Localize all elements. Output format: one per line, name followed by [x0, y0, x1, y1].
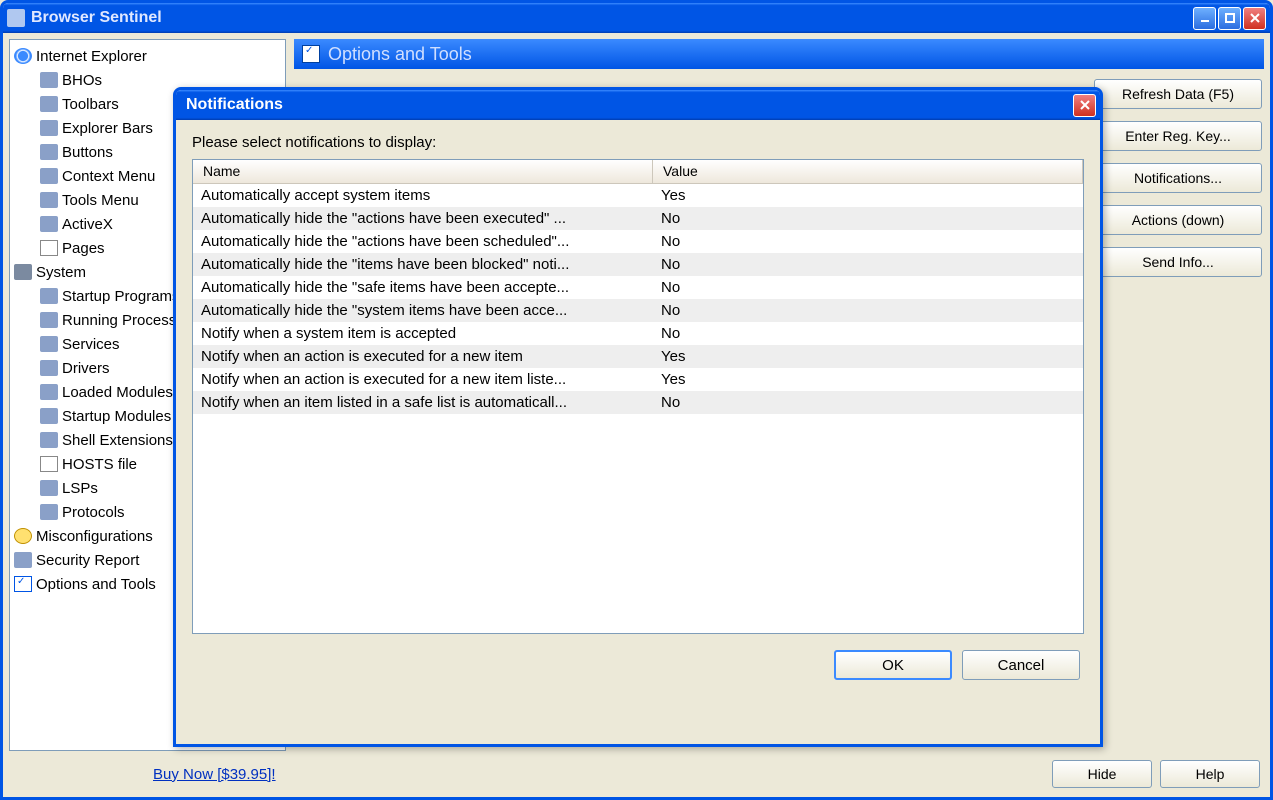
processes-icon: [40, 312, 58, 328]
notifications-dialog: Notifications Please select notification…: [173, 87, 1103, 747]
cell-name: Automatically hide the "actions have bee…: [193, 210, 653, 227]
minimize-button[interactable]: [1193, 7, 1216, 30]
context-menu-icon: [40, 168, 58, 184]
cell-value: No: [653, 210, 1083, 227]
cancel-button[interactable]: Cancel: [962, 650, 1080, 680]
pages-icon: [40, 240, 58, 256]
tools-menu-icon: [40, 192, 58, 208]
table-row[interactable]: Automatically hide the "actions have bee…: [193, 230, 1083, 253]
dialog-instruction: Please select notifications to display:: [192, 134, 1084, 151]
cell-value: No: [653, 394, 1083, 411]
cell-name: Automatically accept system items: [193, 187, 653, 204]
table-row[interactable]: Automatically hide the "actions have bee…: [193, 207, 1083, 230]
activex-icon: [40, 216, 58, 232]
cell-value: No: [653, 302, 1083, 319]
cell-name: Notify when an action is executed for a …: [193, 348, 653, 365]
tree-node-internet-explorer[interactable]: Internet Explorer: [12, 44, 283, 68]
buy-now-link[interactable]: Buy Now [$39.95]!: [153, 766, 276, 783]
table-header: Name Value: [193, 160, 1083, 184]
cell-value: No: [653, 256, 1083, 273]
table-row[interactable]: Automatically hide the "system items hav…: [193, 299, 1083, 322]
notifications-table: Name Value Automatically accept system i…: [192, 159, 1084, 634]
hide-button[interactable]: Hide: [1052, 760, 1152, 788]
dialog-buttons: OK Cancel: [192, 650, 1084, 680]
cell-name: Notify when a system item is accepted: [193, 325, 653, 342]
protocols-icon: [40, 504, 58, 520]
dialog-titlebar: Notifications: [176, 90, 1100, 120]
actions-button[interactable]: Actions (down): [1094, 205, 1262, 235]
startup-icon: [40, 288, 58, 304]
dialog-title: Notifications: [186, 96, 1073, 114]
explorer-bar-icon: [40, 120, 58, 136]
notifications-button[interactable]: Notifications...: [1094, 163, 1262, 193]
dialog-body: Please select notifications to display: …: [176, 120, 1100, 694]
ok-button[interactable]: OK: [834, 650, 952, 680]
toolbar-icon: [40, 96, 58, 112]
pane-icon: [302, 45, 320, 63]
maximize-button[interactable]: [1218, 7, 1241, 30]
cell-name: Notify when an action is executed for a …: [193, 371, 653, 388]
cell-value: Yes: [653, 348, 1083, 365]
lsps-icon: [40, 480, 58, 496]
window-controls: [1193, 7, 1266, 30]
buttons-icon: [40, 144, 58, 160]
table-body: Automatically accept system itemsYesAuto…: [193, 184, 1083, 414]
services-icon: [40, 336, 58, 352]
help-button[interactable]: Help: [1160, 760, 1260, 788]
column-header-name[interactable]: Name: [193, 160, 653, 183]
footer: Buy Now [$39.95]! Hide Help: [3, 757, 1270, 791]
cell-name: Notify when an item listed in a safe lis…: [193, 394, 653, 411]
hosts-icon: [40, 456, 58, 472]
table-row[interactable]: Automatically accept system itemsYes: [193, 184, 1083, 207]
shell-ext-icon: [40, 432, 58, 448]
window-title: Browser Sentinel: [31, 9, 1193, 27]
cell-value: Yes: [653, 371, 1083, 388]
refresh-data-button[interactable]: Refresh Data (F5): [1094, 79, 1262, 109]
cell-value: No: [653, 233, 1083, 250]
table-row[interactable]: Notify when a system item is acceptedNo: [193, 322, 1083, 345]
cell-name: Automatically hide the "actions have bee…: [193, 233, 653, 250]
side-buttons: Refresh Data (F5) Enter Reg. Key... Noti…: [1094, 79, 1264, 289]
send-info-button[interactable]: Send Info...: [1094, 247, 1262, 277]
ie-icon: [14, 48, 32, 64]
cell-value: No: [653, 325, 1083, 342]
cell-name: Automatically hide the "safe items have …: [193, 279, 653, 296]
table-row[interactable]: Automatically hide the "items have been …: [193, 253, 1083, 276]
table-row[interactable]: Notify when an action is executed for a …: [193, 345, 1083, 368]
enter-reg-key-button[interactable]: Enter Reg. Key...: [1094, 121, 1262, 151]
pane-header: Options and Tools: [294, 39, 1264, 69]
table-row[interactable]: Notify when an item listed in a safe lis…: [193, 391, 1083, 414]
main-titlebar: Browser Sentinel: [3, 3, 1270, 33]
cell-name: Automatically hide the "system items hav…: [193, 302, 653, 319]
cell-value: Yes: [653, 187, 1083, 204]
cell-value: No: [653, 279, 1083, 296]
warning-icon: [14, 528, 32, 544]
report-icon: [14, 552, 32, 568]
app-icon: [7, 9, 25, 27]
bho-icon: [40, 72, 58, 88]
pane-title: Options and Tools: [328, 44, 472, 65]
dialog-close-button[interactable]: [1073, 94, 1096, 117]
startup-modules-icon: [40, 408, 58, 424]
loaded-modules-icon: [40, 384, 58, 400]
cell-name: Automatically hide the "items have been …: [193, 256, 653, 273]
table-row[interactable]: Notify when an action is executed for a …: [193, 368, 1083, 391]
drivers-icon: [40, 360, 58, 376]
options-icon: [14, 576, 32, 592]
table-row[interactable]: Automatically hide the "safe items have …: [193, 276, 1083, 299]
close-button[interactable]: [1243, 7, 1266, 30]
system-icon: [14, 264, 32, 280]
column-header-value[interactable]: Value: [653, 160, 1083, 183]
